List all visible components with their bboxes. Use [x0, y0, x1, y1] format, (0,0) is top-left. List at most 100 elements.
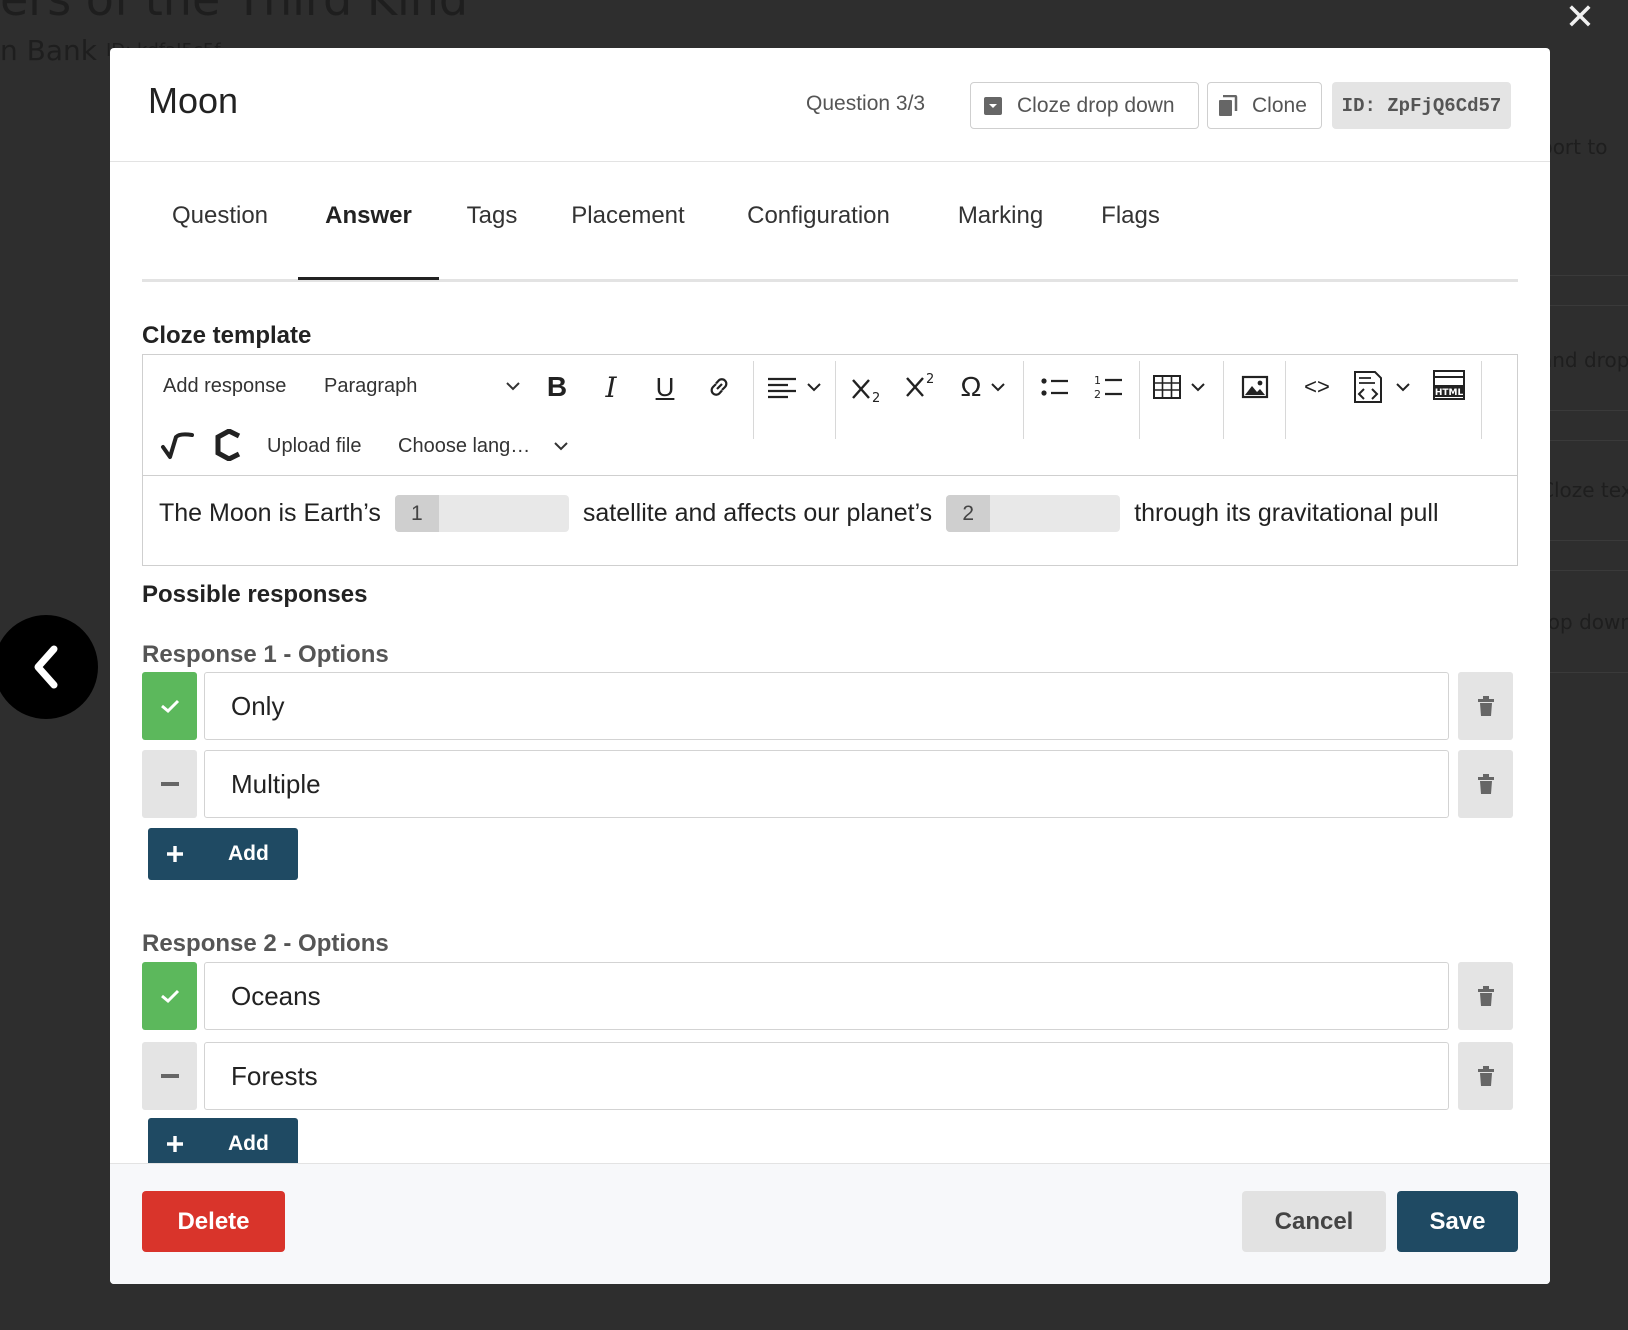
response-chip-number: 2: [946, 495, 991, 532]
trash-icon: [1477, 986, 1494, 1006]
delete-option-button[interactable]: [1458, 672, 1513, 740]
add-option-button[interactable]: Add: [148, 828, 298, 880]
tab-configuration[interactable]: Configuration: [711, 184, 926, 280]
option-input[interactable]: [204, 962, 1449, 1030]
bold-icon[interactable]: B: [537, 367, 577, 407]
dropdown-square-icon: [983, 96, 1003, 116]
correct-toggle[interactable]: [142, 750, 197, 818]
minus-icon: [160, 782, 179, 786]
bulleted-list-icon[interactable]: [1035, 367, 1075, 407]
template-text: The Moon is Earth’s: [159, 499, 381, 527]
response-chip-number: 1: [394, 495, 439, 532]
modal-footer: Delete Cancel Save: [110, 1163, 1550, 1284]
paragraph-select[interactable]: Paragraph: [324, 369, 520, 403]
background-divider: [1540, 275, 1628, 276]
correct-toggle[interactable]: [142, 962, 197, 1030]
chevron-left-icon: [34, 645, 58, 689]
background-divider: [1540, 672, 1628, 673]
question-id-badge[interactable]: ID: ZpFjQ6Cd57: [1332, 82, 1511, 129]
delete-option-button[interactable]: [1458, 1042, 1513, 1110]
response-1-heading: Response 1 - Options: [142, 641, 389, 668]
close-icon[interactable]: ✕: [1562, 0, 1598, 36]
response-chip-1[interactable]: 1: [394, 495, 569, 532]
response-option-row: [142, 750, 1518, 818]
background-divider: [1540, 570, 1628, 571]
response-chip-2[interactable]: 2: [946, 495, 1121, 532]
background-page-title: ers of the Third Kind: [0, 0, 468, 26]
response-2-heading: Response 2 - Options: [142, 930, 389, 957]
code-block-icon[interactable]: [1349, 367, 1417, 407]
background-bank-label: n Bank: [0, 34, 97, 67]
clone-button[interactable]: Clone: [1207, 82, 1322, 129]
background-divider: [1540, 540, 1628, 541]
code-icon[interactable]: <>: [1297, 367, 1337, 407]
upload-file-button[interactable]: Upload file: [267, 429, 362, 463]
question-counter: Question 3/3: [806, 92, 926, 115]
tab-flags[interactable]: Flags: [1075, 184, 1186, 280]
background-divider: [1540, 440, 1628, 441]
svg-text:2: 2: [1094, 388, 1101, 401]
superscript-icon[interactable]: 2: [899, 363, 943, 407]
special-characters-icon[interactable]: Ω: [951, 367, 1015, 407]
tab-marking[interactable]: Marking: [926, 184, 1075, 280]
response-option-row: [142, 672, 1518, 740]
chevron-down-icon: [506, 382, 520, 391]
template-text: through its gravitational pull: [1134, 499, 1439, 527]
italic-icon[interactable]: I: [591, 367, 631, 407]
chevron-down-icon: [554, 442, 568, 451]
editor-toolbar: Add response Paragraph B I U 2 2 Ω 1 2 <…: [143, 355, 1517, 476]
tab-bar: Question Answer Tags Placement Configura…: [142, 162, 1518, 282]
modal-body: Cloze template Add response Paragraph B …: [142, 278, 1518, 1178]
subscript-icon[interactable]: 2: [845, 367, 889, 411]
image-icon[interactable]: [1235, 367, 1275, 407]
checkmark-icon: [160, 989, 179, 1004]
editor-content[interactable]: The Moon is Earth’s 1 satellite and affe…: [159, 495, 1439, 532]
math-formula-icon[interactable]: [157, 425, 197, 465]
table-icon[interactable]: [1151, 367, 1213, 407]
background-divider: [1540, 410, 1628, 411]
cloze-template-label: Cloze template: [142, 322, 312, 349]
modal-title: Moon: [148, 80, 239, 121]
add-option-label: Add: [228, 1132, 269, 1155]
correct-toggle[interactable]: [142, 672, 197, 740]
tab-question[interactable]: Question: [142, 184, 298, 280]
tab-answer[interactable]: Answer: [298, 184, 439, 280]
previous-question-button[interactable]: [0, 615, 98, 719]
correct-toggle[interactable]: [142, 1042, 197, 1110]
paragraph-label: Paragraph: [324, 374, 418, 397]
chemistry-icon[interactable]: [209, 425, 249, 465]
option-input[interactable]: [204, 672, 1449, 740]
add-response-button[interactable]: Add response: [163, 369, 286, 403]
save-button[interactable]: Save: [1397, 1191, 1518, 1252]
modal-header: Moon Question 3/3 Cloze drop down Clone …: [110, 48, 1550, 162]
html-source-icon[interactable]: HTML: [1429, 365, 1469, 405]
option-input[interactable]: [204, 750, 1449, 818]
option-input[interactable]: [204, 1042, 1449, 1110]
add-option-label: Add: [228, 842, 269, 865]
delete-option-button[interactable]: [1458, 962, 1513, 1030]
align-icon[interactable]: [765, 367, 827, 407]
cancel-button[interactable]: Cancel: [1242, 1191, 1386, 1252]
tab-tags[interactable]: Tags: [439, 184, 545, 280]
delete-option-button[interactable]: [1458, 750, 1513, 818]
plus-icon: [148, 1135, 202, 1153]
background-snippet: Cloze tex: [1540, 478, 1628, 502]
svg-text:1: 1: [1094, 374, 1101, 387]
background-snippet: rop down: [1540, 610, 1628, 634]
copy-icon: [1218, 94, 1238, 117]
link-icon[interactable]: [699, 367, 739, 407]
question-type-label: Cloze drop down: [1017, 93, 1175, 117]
background-divider: [1540, 305, 1628, 306]
svg-text:2: 2: [872, 391, 880, 404]
underline-icon[interactable]: U: [645, 367, 685, 407]
template-text: satellite and affects our planet’s: [582, 499, 933, 527]
numbered-list-icon[interactable]: 12: [1089, 367, 1129, 407]
tab-placement[interactable]: Placement: [545, 184, 711, 280]
possible-responses-label: Possible responses: [142, 581, 368, 608]
language-select[interactable]: Choose lang…: [398, 429, 568, 463]
svg-text:HTML: HTML: [1435, 388, 1464, 398]
trash-icon: [1477, 696, 1494, 716]
question-type-button[interactable]: Cloze drop down: [970, 82, 1199, 129]
response-option-row: [142, 962, 1518, 1030]
delete-button[interactable]: Delete: [142, 1191, 285, 1252]
